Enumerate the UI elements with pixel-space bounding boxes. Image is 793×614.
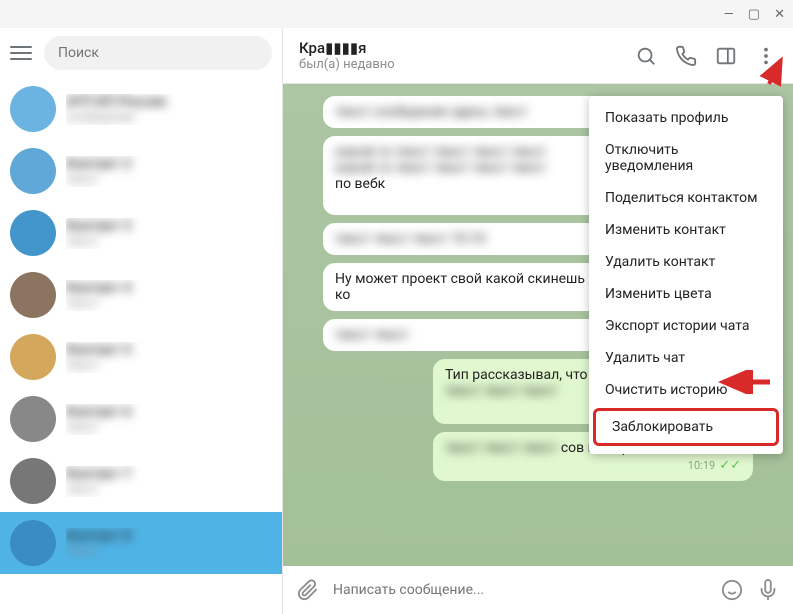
avatar (10, 210, 56, 256)
chat-item[interactable]: Контакт 2текст (0, 140, 282, 202)
chat-status: был(а) недавно (299, 57, 635, 72)
menu-edit-contact[interactable]: Изменить контакт (589, 214, 783, 246)
call-icon[interactable] (675, 45, 697, 67)
minimize-button[interactable]: — (724, 7, 734, 22)
chat-item[interactable]: Контакт 7текст (0, 450, 282, 512)
chat-item[interactable]: Контакт 4текст (0, 264, 282, 326)
sidebar-panel-icon[interactable] (715, 45, 737, 67)
avatar (10, 272, 56, 318)
menu-export-history[interactable]: Экспорт истории чата (589, 310, 783, 342)
avatar (10, 334, 56, 380)
hamburger-menu-icon[interactable] (10, 42, 32, 64)
chat-item[interactable]: Контакт 3текст (0, 202, 282, 264)
menu-change-colors[interactable]: Изменить цвета (589, 278, 783, 310)
emoji-icon[interactable] (721, 579, 743, 601)
search-icon[interactable] (635, 45, 657, 67)
sidebar: АТП КП Россиясообщение Контакт 2текст Ко… (0, 28, 283, 614)
avatar (10, 458, 56, 504)
chat-list: АТП КП Россиясообщение Контакт 2текст Ко… (0, 78, 282, 614)
menu-show-profile[interactable]: Показать профиль (589, 102, 783, 134)
message-input[interactable] (333, 582, 707, 598)
menu-clear-history[interactable]: Очистить историю (589, 374, 783, 406)
avatar (10, 520, 56, 566)
close-button[interactable]: ✕ (774, 7, 785, 22)
avatar (10, 86, 56, 132)
microphone-icon[interactable] (757, 579, 779, 601)
avatar (10, 396, 56, 442)
composer (283, 566, 793, 614)
avatar (10, 148, 56, 194)
context-menu: Показать профиль Отключить уведомления П… (589, 96, 783, 454)
chat-item[interactable]: Контакт 5текст (0, 326, 282, 388)
menu-mute[interactable]: Отключить уведомления (589, 134, 783, 182)
chat-item[interactable]: Контакт 8текст (0, 512, 282, 574)
read-checks-icon: ✓✓ (719, 458, 741, 473)
attach-icon[interactable] (297, 579, 319, 601)
menu-delete-contact[interactable]: Удалить контакт (589, 246, 783, 278)
search-input[interactable] (44, 36, 272, 70)
menu-block[interactable]: Заблокировать (596, 411, 776, 443)
chat-title: Кра▮▮▮▮я (299, 39, 635, 57)
window-titlebar: — ▢ ✕ (0, 0, 793, 28)
chat-item[interactable]: АТП КП Россиясообщение (0, 78, 282, 140)
chat-item[interactable]: Контакт 6текст (0, 388, 282, 450)
menu-delete-chat[interactable]: Удалить чат (589, 342, 783, 374)
more-icon[interactable] (755, 45, 777, 67)
maximize-button[interactable]: ▢ (748, 7, 760, 22)
menu-share-contact[interactable]: Поделиться контактом (589, 182, 783, 214)
chat-main: Кра▮▮▮▮я был(а) недавно текст сообщения … (283, 28, 793, 614)
chat-header: Кра▮▮▮▮я был(а) недавно (283, 28, 793, 84)
